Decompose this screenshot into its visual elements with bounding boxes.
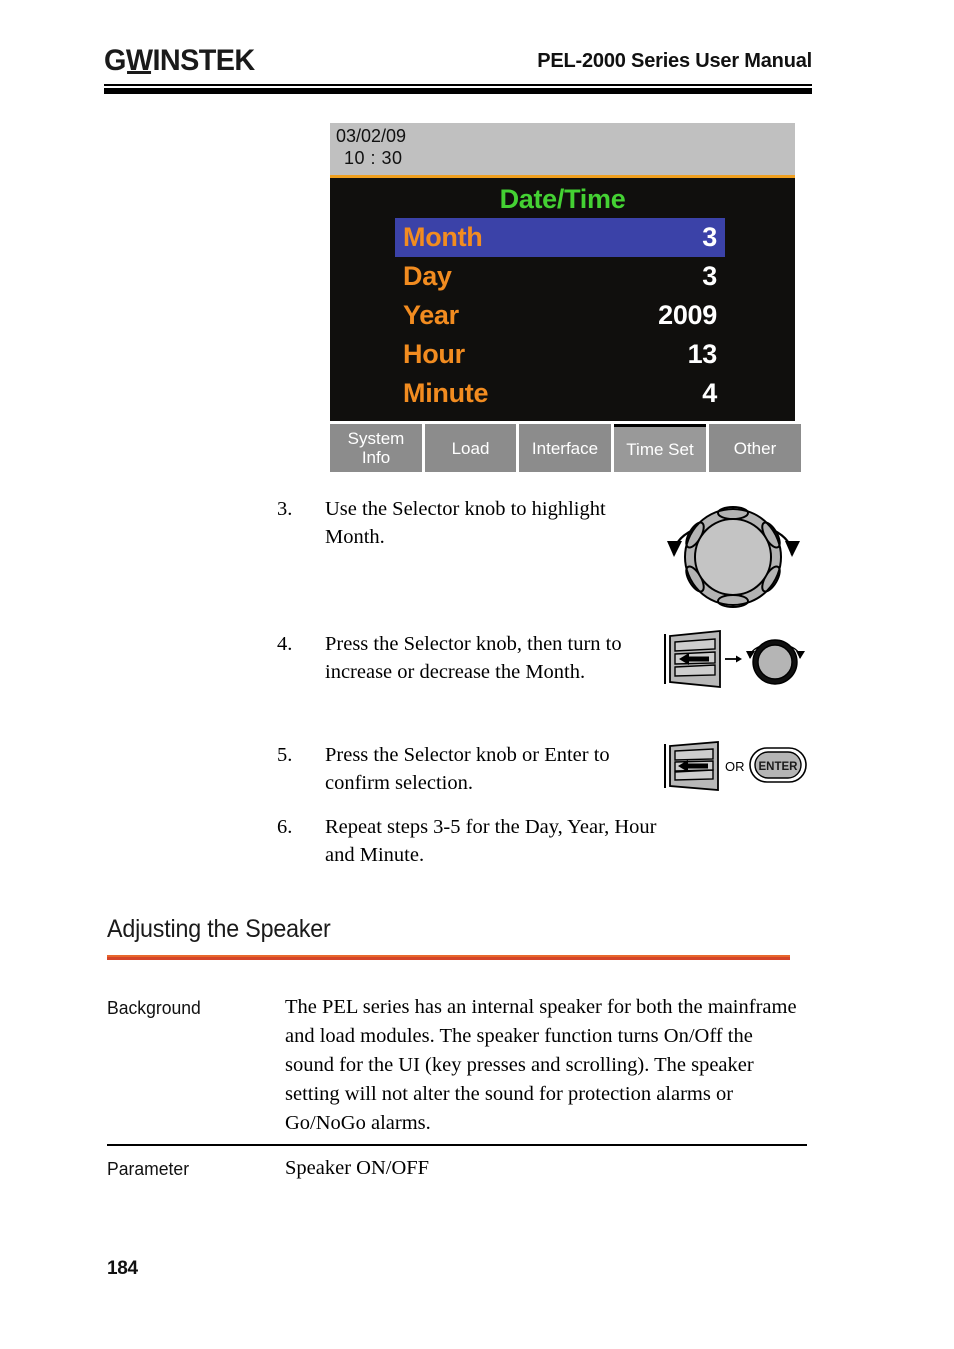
definition-row-background: Background The PEL series has an interna…	[107, 985, 807, 1146]
selector-knob-icon	[667, 506, 800, 608]
tab-other[interactable]: Other	[709, 424, 801, 472]
logo-gw-text: G	[104, 44, 126, 77]
lcd-screen-title: Date/Time	[499, 184, 626, 214]
step-text: Press the Selector knob, then turn to in…	[325, 633, 622, 683]
gw-instek-logo: GWINSTEK	[104, 44, 255, 78]
tab-label: System Info	[347, 429, 405, 467]
tab-label: Other	[733, 438, 777, 458]
step-item-3: 3. Use the Selector knob to highlight Mo…	[277, 495, 667, 551]
lcd-menu-label: Hour	[403, 339, 465, 369]
or-separator-label: OR	[725, 759, 745, 774]
knob-inner-disc	[694, 518, 772, 596]
step-text: Press the Selector knob or Enter to conf…	[325, 744, 610, 794]
step-text: Use the Selector knob to highlight Month…	[325, 498, 606, 548]
lcd-screen-body: Date/Time Month 3 Day 3 Year 2009 Hour 1…	[330, 181, 795, 421]
tab-label: Load	[451, 438, 490, 458]
press-knob-side-view	[664, 741, 719, 791]
lcd-menu-value: 4	[702, 378, 717, 408]
manual-title: PEL-2000 Series User Manual	[537, 50, 812, 72]
lcd-menu-value: 2009	[658, 300, 717, 330]
manual-page: GWINSTEK PEL-2000 Series User Manual 03/…	[0, 0, 954, 1349]
step-item-6: 6. Repeat steps 3-5 for the Day, Year, H…	[277, 813, 667, 869]
tab-system-info[interactable]: System Info	[330, 424, 422, 472]
lcd-menu-item-day[interactable]: Day 3	[395, 257, 725, 296]
lcd-menu-label: Minute	[403, 378, 489, 408]
section-heading: Adjusting the Speaker	[107, 915, 331, 943]
press-or-enter-icon: OR ENTER	[664, 741, 807, 791]
step-number: 6.	[277, 816, 293, 838]
logo-instek-text: INSTEK	[152, 44, 255, 77]
tab-label: Time Set	[626, 440, 694, 459]
tab-load[interactable]: Load	[425, 424, 516, 472]
tab-interface[interactable]: Interface	[519, 424, 611, 472]
lcd-status-date: 03/02/09	[336, 126, 407, 146]
lcd-menu-value: 3	[702, 261, 717, 291]
lcd-menu-item-month[interactable]: Month 3	[395, 218, 725, 257]
parameter-definition-table: Background The PEL series has an interna…	[107, 985, 807, 1191]
logo-w-glyph: W	[125, 44, 153, 77]
lcd-tab-bar: System Info Load Interface Time Set Other	[330, 424, 801, 472]
lcd-menu-item-minute[interactable]: Minute 4	[395, 374, 725, 413]
lcd-menu-value: 13	[687, 339, 718, 369]
header-rule-thin	[104, 84, 812, 86]
definition-description: The PEL series has an internal speaker f…	[285, 996, 797, 1134]
step-number: 4.	[277, 633, 293, 655]
lcd-status-bar: 03/02/09 10 : 30	[330, 123, 795, 178]
lcd-status-time: 10 : 30	[344, 148, 403, 168]
press-then-turn-figure	[662, 628, 810, 695]
section-heading-rule	[107, 955, 790, 960]
tab-time-set[interactable]: Time Set	[614, 424, 706, 472]
selector-knob-rotate-figure	[658, 495, 808, 615]
enter-key-icon[interactable]: ENTER	[749, 747, 807, 783]
press-knob-turn-icon	[664, 630, 805, 688]
definition-term: Background	[107, 997, 201, 1018]
step-item-4: 4. Press the Selector knob, then turn to…	[277, 630, 667, 686]
step-item-5: 5. Press the Selector knob or Enter to c…	[277, 741, 667, 797]
page-number: 184	[107, 1258, 138, 1279]
arc-arrowhead-right	[785, 541, 800, 557]
sequence-arrow-icon	[725, 655, 742, 663]
lcd-menu-item-year[interactable]: Year 2009	[395, 296, 725, 335]
tab-label: Interface	[531, 438, 599, 458]
lcd-menu-list: Month 3 Day 3 Year 2009 Hour 13 Minute 4	[395, 218, 725, 413]
lcd-display-figure: 03/02/09 10 : 30 Date/Time Month 3 Day 3…	[330, 123, 795, 421]
step-number: 3.	[277, 498, 293, 520]
definition-row-parameter: Parameter Speaker ON/OFF	[107, 1146, 807, 1191]
definition-term: Parameter	[107, 1158, 190, 1179]
arc-arrowhead-left	[667, 541, 682, 557]
step-text: Repeat steps 3-5 for the Day, Year, Hour…	[325, 816, 657, 866]
definition-description: Speaker ON/OFF	[285, 1157, 430, 1179]
step-number: 5.	[277, 744, 293, 766]
lcd-menu-value: 3	[702, 222, 717, 252]
enter-key-label: ENTER	[759, 761, 799, 773]
small-rotate-knob-icon	[746, 639, 805, 685]
lcd-menu-item-hour[interactable]: Hour 13	[395, 335, 725, 374]
lcd-menu-label: Day	[403, 261, 452, 291]
press-knob-or-enter-figure: OR ENTER	[662, 740, 810, 797]
press-knob-side-view	[664, 630, 721, 688]
header-rule-thick	[104, 88, 812, 94]
lcd-menu-label: Month	[403, 222, 483, 252]
lcd-menu-label: Year	[403, 300, 459, 330]
